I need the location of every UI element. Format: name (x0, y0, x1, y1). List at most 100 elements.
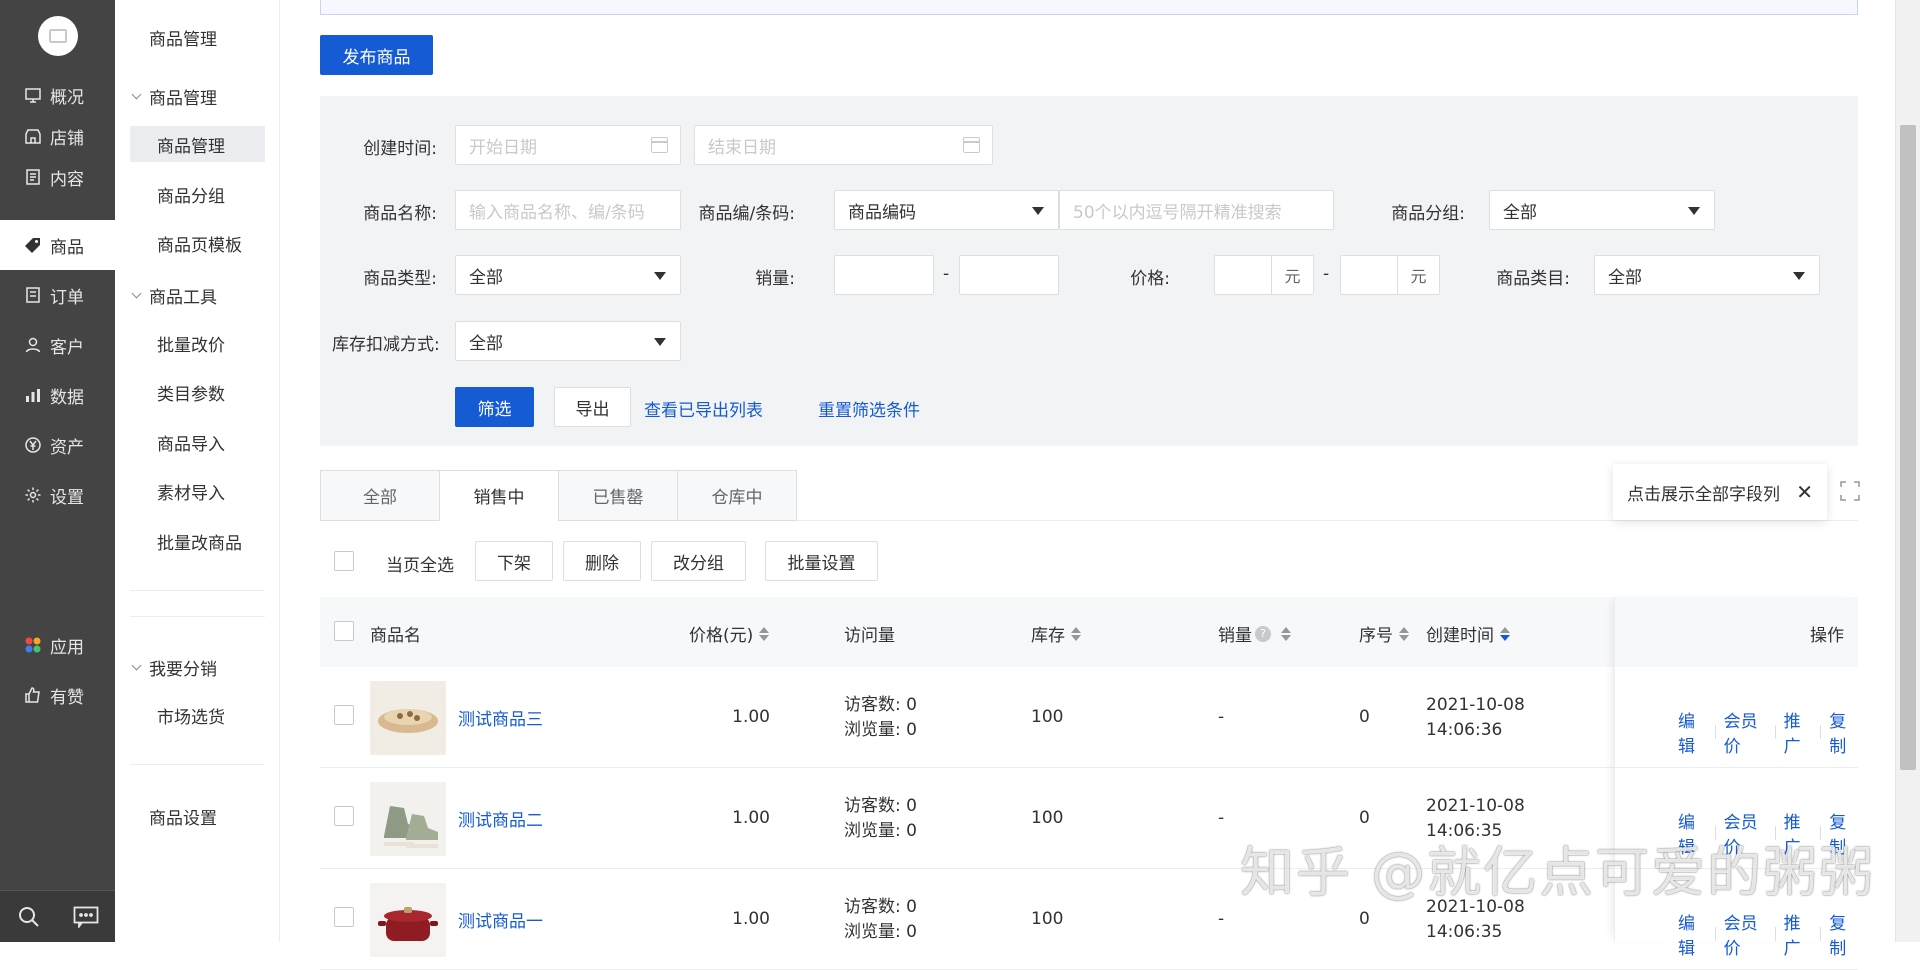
change-group-button[interactable]: 改分组 (651, 541, 746, 581)
nav-assets[interactable]: 资产 (0, 420, 115, 470)
category-select[interactable]: 全部 (1594, 255, 1820, 295)
end-date-input[interactable]: 结束日期 (694, 125, 993, 165)
caret-down-icon (654, 272, 666, 280)
scrollbar-thumb[interactable] (1900, 125, 1916, 770)
col-created[interactable]: 创建时间 (1426, 621, 1510, 646)
product-name-link[interactable]: 测试商品二 (458, 806, 543, 831)
subnav-goods-settings[interactable]: 商品设置 (149, 804, 217, 829)
select-all-checkbox[interactable] (334, 551, 354, 571)
stock-deduct-select[interactable]: 全部 (455, 321, 681, 361)
visits-cell: 访客数: 0 浏览量: 0 (844, 693, 917, 743)
row-checkbox[interactable] (334, 907, 354, 927)
view-exports-link[interactable]: 查看已导出列表 (644, 396, 763, 421)
goods-code-label: 商品编/条码: (698, 204, 795, 224)
col-sales[interactable]: 销量? (1218, 621, 1291, 646)
fullscreen-icon[interactable] (1840, 481, 1860, 501)
edit-link[interactable]: 编辑 (1678, 707, 1707, 757)
nav-customers[interactable]: 客户 (0, 320, 115, 370)
row-checkbox[interactable] (334, 705, 354, 725)
tab-warehouse[interactable]: 仓库中 (677, 470, 797, 521)
message-icon[interactable] (72, 903, 100, 931)
visitor-count: 访客数: 0 (844, 897, 917, 917)
copy-link[interactable]: 复制 (1829, 909, 1858, 959)
goods-type-select[interactable]: 全部 (455, 255, 681, 295)
shop-logo[interactable] (38, 16, 78, 56)
category-label: 商品类目: (1496, 269, 1570, 289)
subnav-item-goods-import[interactable]: 商品导入 (130, 424, 265, 460)
nav-content[interactable]: 内容 (0, 152, 115, 202)
group-distribution[interactable]: 我要分销 (131, 655, 217, 680)
tab-on-sale[interactable]: 销售中 (439, 470, 559, 521)
select-all-label: 当页全选 (386, 556, 454, 576)
page-scrollbar[interactable] (1895, 0, 1920, 942)
code-search-placeholder: 50个以内逗号隔开精准搜索 (1073, 202, 1282, 223)
search-icon[interactable] (15, 903, 43, 931)
col-seq-label: 序号 (1359, 626, 1393, 646)
publish-goods-button[interactable]: 发布商品 (320, 35, 433, 75)
tab-all[interactable]: 全部 (320, 470, 440, 521)
goods-group-select[interactable]: 全部 (1489, 190, 1715, 230)
subnav-item-goods-groups[interactable]: 商品分组 (130, 176, 265, 212)
group-goods-tools[interactable]: 商品工具 (131, 283, 217, 308)
tab-sold-out[interactable]: 已售罄 (558, 470, 678, 521)
code-type-select[interactable]: 商品编码 (834, 190, 1059, 230)
pot-image (370, 883, 446, 957)
product-thumbnail[interactable] (370, 883, 446, 957)
code-type-value: 商品编码 (848, 202, 916, 223)
header-checkbox[interactable] (334, 621, 354, 641)
primary-sidebar: 概况 店铺 内容 商品 订单 客户 数据 资产 设置 应用 有赞 (0, 0, 115, 942)
member-price-link[interactable]: 会员价 (1724, 909, 1767, 959)
nav-orders[interactable]: 订单 (0, 270, 115, 320)
watermark: 知乎 @就亿点可爱的粥粥 (1240, 841, 1876, 904)
code-search-input[interactable]: 50个以内逗号隔开精准搜索 (1059, 190, 1334, 230)
sales-max-input[interactable] (959, 255, 1059, 295)
subnav-item-bulk-edit[interactable]: 批量改商品 (130, 523, 265, 559)
nav-youzan[interactable]: 有赞 (0, 670, 115, 720)
product-name-link[interactable]: 测试商品一 (458, 907, 543, 932)
delist-button[interactable]: 下架 (475, 541, 553, 581)
view-count: 浏览量: 0 (844, 922, 917, 942)
subnav-item-market[interactable]: 市场选货 (130, 697, 265, 733)
member-price-link[interactable]: 会员价 (1724, 707, 1767, 757)
product-thumbnail[interactable] (370, 681, 446, 755)
nav-data[interactable]: 数据 (0, 370, 115, 420)
edit-link[interactable]: 编辑 (1678, 909, 1707, 959)
created-date: 2021-10-08 (1426, 796, 1525, 816)
close-icon[interactable]: ✕ (1796, 480, 1813, 504)
subnav-item-category-params[interactable]: 类目参数 (130, 374, 265, 410)
col-seq[interactable]: 序号 (1359, 621, 1409, 646)
price-max-input[interactable]: 元 (1340, 255, 1440, 295)
nav-label: 商品 (50, 237, 84, 258)
nav-settings[interactable]: 设置 (0, 470, 115, 520)
stock-cell: 100 (1031, 707, 1064, 727)
export-button[interactable]: 导出 (554, 387, 631, 427)
promote-link[interactable]: 推广 (1784, 909, 1813, 959)
copy-link[interactable]: 复制 (1829, 707, 1858, 757)
subnav-item-page-templates[interactable]: 商品页模板 (130, 225, 265, 261)
goods-group-value: 全部 (1503, 202, 1537, 223)
product-thumbnail[interactable] (370, 782, 446, 856)
nav-apps[interactable]: 应用 (0, 620, 115, 670)
col-price[interactable]: 价格(元) (689, 621, 770, 646)
row-checkbox[interactable] (334, 806, 354, 826)
col-name-label: 商品名 (370, 626, 421, 646)
product-name-link[interactable]: 测试商品三 (458, 705, 543, 730)
help-icon[interactable]: ? (1255, 625, 1271, 642)
sales-min-input[interactable] (834, 255, 934, 295)
filter-button[interactable]: 筛选 (455, 387, 534, 427)
subnav-item-bulk-price[interactable]: 批量改价 (130, 325, 265, 361)
nav-goods[interactable]: 商品 (0, 220, 115, 270)
group-goods-management[interactable]: 商品管理 (131, 84, 217, 109)
start-date-input[interactable]: 开始日期 (455, 125, 681, 165)
chevron-down-icon (131, 89, 142, 100)
promote-link[interactable]: 推广 (1784, 707, 1813, 757)
subnav-item-goods-management[interactable]: 商品管理 (130, 126, 265, 162)
price-min-input[interactable]: 元 (1214, 255, 1314, 295)
delete-button[interactable]: 删除 (563, 541, 641, 581)
show-all-fields-tip[interactable]: 点击展示全部字段列 ✕ (1613, 464, 1827, 520)
bulk-settings-button[interactable]: 批量设置 (765, 541, 878, 581)
reset-filter-link[interactable]: 重置筛选条件 (818, 396, 920, 421)
subnav-item-material-import[interactable]: 素材导入 (130, 473, 265, 509)
col-stock[interactable]: 库存 (1031, 621, 1081, 646)
goods-name-input[interactable]: 输入商品名称、编/条码 (455, 190, 681, 230)
